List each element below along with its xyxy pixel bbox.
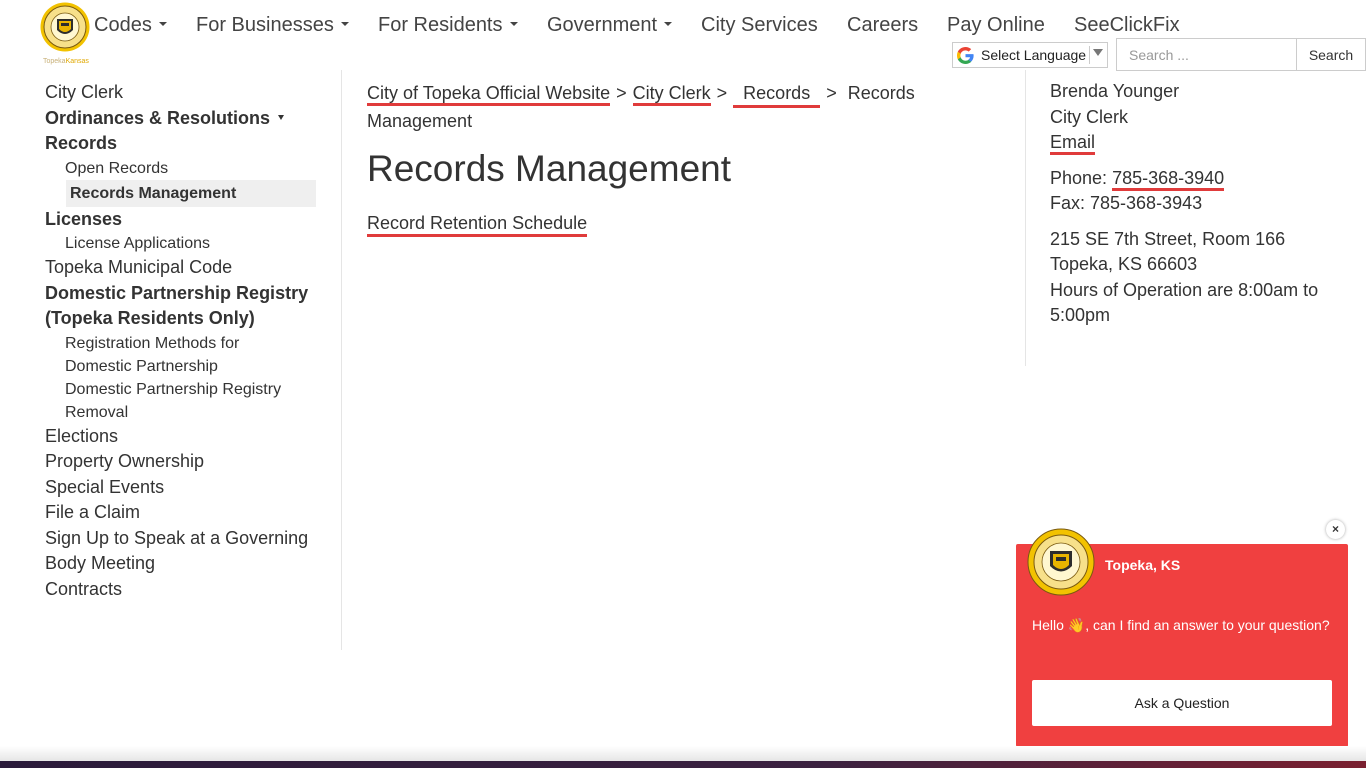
- contact-name: Brenda Younger: [1050, 81, 1180, 101]
- nav-codes[interactable]: Codes: [94, 14, 167, 37]
- chat-message: Hello 👋, can I find an answer to your qu…: [1032, 617, 1330, 633]
- city-seal-icon: [40, 2, 90, 52]
- google-icon: [957, 47, 974, 64]
- breadcrumb-records[interactable]: Records: [733, 81, 821, 108]
- sidebar-item-ordinances-resolutions[interactable]: Ordinances & Resolutions: [45, 106, 325, 132]
- contact-fax: Fax: 785-368-3943: [1050, 193, 1203, 213]
- chat-seal-icon: [1027, 528, 1095, 596]
- city-logo[interactable]: TopekaKansas: [40, 2, 92, 68]
- phone-link[interactable]: 785-368-3940: [1112, 167, 1225, 191]
- search-input[interactable]: [1116, 38, 1298, 71]
- sidebar-item-file-a-claim[interactable]: File a Claim: [45, 500, 325, 526]
- chevron-down-icon: [664, 21, 673, 26]
- contact-divider: [1025, 70, 1026, 366]
- sidebar-item-registration-methods[interactable]: Registration Methods for Domestic Partne…: [45, 332, 305, 378]
- sidebar-item-open-records[interactable]: Open Records: [45, 157, 325, 180]
- contact-address-line2: Topeka, KS 66603: [1050, 254, 1198, 274]
- nav-city-services[interactable]: City Services: [701, 14, 818, 37]
- nav-careers[interactable]: Careers: [847, 14, 918, 37]
- sidebar-nav: City Clerk Ordinances & Resolutions Reco…: [45, 80, 325, 602]
- breadcrumb-home[interactable]: City of Topeka Official Website: [367, 83, 611, 106]
- contact-email-link[interactable]: Email: [1050, 132, 1096, 155]
- footer-shadow: [0, 746, 1366, 761]
- contact-role: City Clerk: [1050, 106, 1129, 127]
- search-button[interactable]: Search: [1296, 38, 1366, 71]
- nav-government[interactable]: Government: [547, 14, 673, 37]
- chevron-down-icon: [158, 21, 167, 26]
- breadcrumb-separator: >: [716, 83, 728, 103]
- record-retention-schedule-link[interactable]: Record Retention Schedule: [367, 212, 588, 237]
- sidebar-item-domestic-partnership-registry[interactable]: Domestic Partnership Registry (Topeka Re…: [45, 281, 320, 332]
- breadcrumb: City of Topeka Official Website > City Cle…: [367, 80, 967, 134]
- breadcrumb-separator: >: [826, 83, 837, 103]
- nav-for-residents[interactable]: For Residents: [378, 14, 518, 37]
- chevron-down-icon: [509, 21, 518, 26]
- sidebar-item-city-clerk[interactable]: City Clerk: [45, 80, 325, 106]
- page-title: Records Management: [367, 148, 732, 189]
- ask-question-button[interactable]: Ask a Question: [1032, 680, 1332, 726]
- contact-hours: Hours of Operation are 8:00am to 5:00pm: [1050, 279, 1319, 326]
- nav-seeclickfix[interactable]: SeeClickFix: [1074, 14, 1180, 37]
- sidebar-item-municipal-code[interactable]: Topeka Municipal Code: [45, 255, 325, 281]
- dropdown-arrow-icon: [1093, 49, 1103, 56]
- waving-hand-icon: 👋: [1067, 617, 1086, 633]
- sidebar-item-property-ownership[interactable]: Property Ownership: [45, 449, 325, 475]
- sidebar-item-special-events[interactable]: Special Events: [45, 475, 325, 501]
- sidebar-item-registry-removal[interactable]: Domestic Partnership Registry Removal: [45, 378, 305, 424]
- language-select[interactable]: Select Language: [952, 42, 1108, 68]
- divider: [1089, 46, 1090, 64]
- logo-subtitle: TopekaKansas: [43, 58, 89, 65]
- sidebar-divider: [341, 70, 342, 650]
- sidebar-item-records-management[interactable]: Records Management: [66, 179, 316, 207]
- caret-down-icon: [278, 115, 285, 121]
- sidebar-item-elections[interactable]: Elections: [45, 424, 325, 450]
- nav-pay-online[interactable]: Pay Online: [947, 14, 1045, 37]
- sidebar-item-records[interactable]: Records: [45, 131, 325, 157]
- sidebar-item-sign-up-to-speak[interactable]: Sign Up to Speak at a Governing Body Mee…: [45, 526, 320, 577]
- language-label: Select Language: [981, 47, 1087, 63]
- contact-panel: Brenda Younger City Clerk Email Phone: 7…: [1050, 79, 1350, 329]
- nav-for-businesses[interactable]: For Businesses: [196, 14, 349, 37]
- sidebar-item-licenses[interactable]: Licenses: [45, 207, 325, 233]
- sidebar-item-contracts[interactable]: Contracts: [45, 577, 325, 603]
- chat-title: Topeka, KS: [1105, 557, 1181, 573]
- chevron-down-icon: [340, 21, 349, 26]
- footer-bar: [0, 761, 1366, 768]
- close-icon[interactable]: ×: [1326, 520, 1345, 539]
- breadcrumb-city-clerk[interactable]: City Clerk: [632, 83, 711, 106]
- breadcrumb-separator: >: [616, 83, 627, 103]
- sidebar-item-license-applications[interactable]: License Applications: [45, 232, 325, 255]
- contact-phone: Phone: 785-368-3940: [1050, 166, 1350, 192]
- contact-address-line1: 215 SE 7th Street, Room 166: [1050, 228, 1286, 249]
